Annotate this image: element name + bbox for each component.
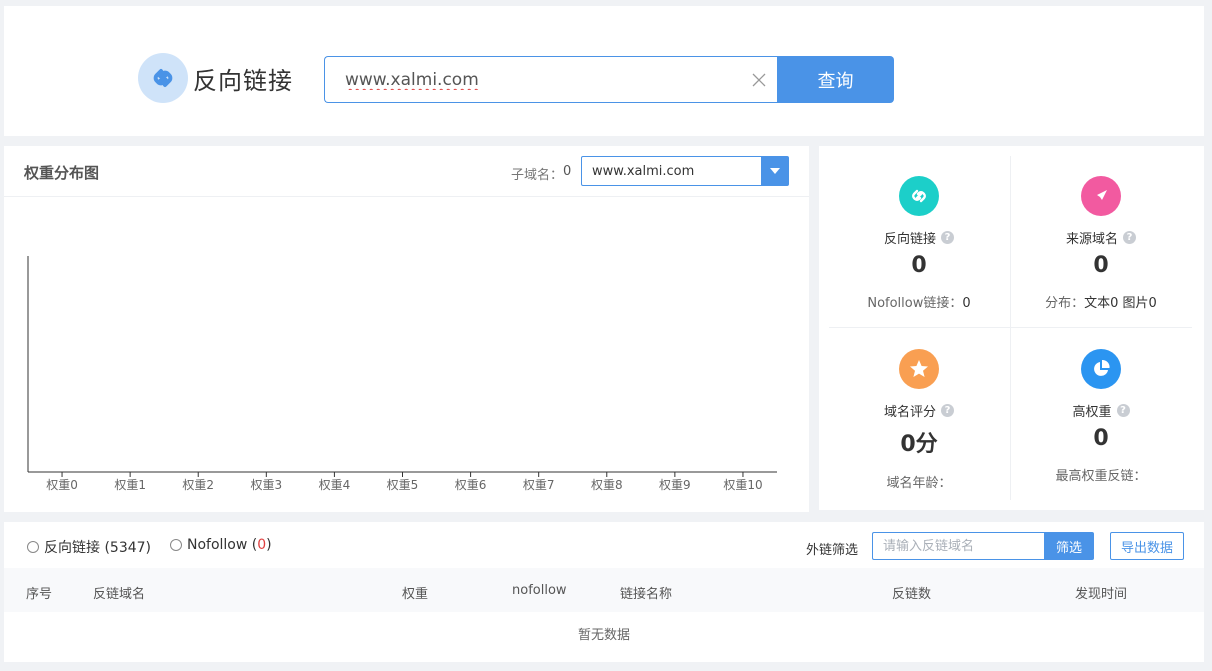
weight-distribution-chart: 权重0 权重1 权重2 权重3 权重4 权重5 权重6 权重7 权重8 权重9 权重10 (27, 256, 777, 492)
stat-label: 反向链接 (883, 232, 936, 247)
star-icon (899, 349, 939, 389)
search-box (324, 56, 778, 103)
export-data-button[interactable]: 导出数据 (1110, 532, 1184, 560)
help-icon[interactable]: ? (941, 231, 954, 244)
x-tick-label: 权重8 (591, 478, 623, 492)
x-tick-label: 权重10 (723, 478, 762, 492)
radio-label: Nofollow ( (187, 537, 258, 553)
x-tick-label: 权重3 (250, 478, 282, 492)
column-header-found-time: 发现时间 (1075, 587, 1128, 602)
pie-chart-icon (1081, 349, 1121, 389)
radio-button[interactable] (27, 541, 39, 553)
compass-icon (1081, 176, 1121, 216)
column-header-index: 序号 (26, 587, 53, 602)
subdomain-label: 子域名： (511, 168, 564, 183)
radio-backlinks[interactable]: 反向链接 (5347) (27, 537, 151, 557)
radio-label: 反向链接 (5347) (44, 540, 152, 556)
stat-sub-label: 域名年龄： (886, 476, 952, 491)
stat-high-weight: 高权重? 0 最高权重反链： (1011, 349, 1191, 484)
filter-label: 外链筛选 (806, 543, 859, 558)
stat-sub-label: 最高权重反链： (1055, 469, 1147, 484)
stats-panel: 反向链接? 0 Nofollow链接：0 来源域名? 0 分布：文本0 图片0 … (819, 146, 1204, 510)
stat-backlinks: 反向链接? 0 Nofollow链接：0 (829, 176, 1009, 311)
stat-sub-value: 0 (962, 296, 971, 311)
radio-button[interactable] (170, 539, 182, 551)
page-title: 反向链接 (193, 66, 293, 95)
stat-value: 0分 (900, 432, 938, 457)
x-tick-label: 权重5 (387, 478, 419, 492)
stat-value: 0 (911, 253, 927, 278)
close-icon[interactable] (752, 73, 766, 87)
chevron-down-icon[interactable] (761, 157, 788, 185)
help-icon[interactable]: ? (1116, 404, 1130, 417)
chain-link-icon (138, 53, 188, 103)
stat-label: 域名评分 (883, 405, 936, 420)
stat-sub-label: 分布： (1045, 296, 1085, 311)
stat-label: 来源域名 (1065, 232, 1118, 247)
column-header-link-name: 链接名称 (620, 587, 673, 602)
link-icon (899, 176, 939, 216)
chart-title: 权重分布图 (24, 164, 100, 182)
search-input[interactable] (345, 67, 725, 93)
table-header: 序号 反链域名 权重 nofollow 链接名称 反链数 发现时间 (4, 568, 1204, 612)
x-tick-label: 权重9 (659, 478, 691, 492)
chart-header: 权重分布图 子域名： 0 www.xalmi.com (4, 146, 809, 197)
stat-source-domains: 来源域名? 0 分布：文本0 图片0 (1011, 176, 1191, 311)
x-tick-label: 权重0 (46, 478, 78, 492)
backlinks-table-panel: 反向链接 (5347) Nofollow (0) 外链筛选 筛选 导出数据 序号… (4, 522, 1204, 662)
x-tick-label: 权重4 (319, 478, 351, 492)
nofollow-count: 0 (257, 537, 267, 553)
domain-select[interactable]: www.xalmi.com (581, 156, 789, 186)
domain-select-value: www.xalmi.com (592, 164, 695, 179)
subdomain-count: 0 (563, 164, 572, 179)
brand: 反向链接 (138, 53, 293, 103)
backlink-domain-filter-input[interactable] (872, 532, 1044, 560)
weight-chart-panel: 权重分布图 子域名： 0 www.xalmi.com 权重0 权重1 权重2 权重3 权… (4, 146, 809, 512)
stat-sub-value: 文本0 图片0 (1084, 296, 1157, 311)
x-tick-label: 权重2 (182, 478, 214, 492)
help-icon[interactable]: ? (1123, 231, 1136, 244)
column-header-nofollow: nofollow (512, 583, 567, 598)
empty-state: 暂无数据 (577, 628, 630, 643)
x-tick-label: 权重1 (114, 478, 146, 492)
stat-label: 高权重 (1072, 405, 1112, 420)
stat-sub-label: Nofollow链接： (867, 296, 963, 311)
column-header-domain: 反链域名 (93, 587, 146, 602)
help-icon[interactable]: ? (941, 404, 954, 417)
query-button[interactable]: 查询 (777, 56, 894, 103)
column-header-weight: 权重 (402, 587, 429, 602)
stat-domain-score: 域名评分? 0分 域名年龄： (829, 349, 1009, 491)
stat-value: 0 (1093, 426, 1109, 451)
stat-value: 0 (1093, 253, 1109, 278)
filter-button[interactable]: 筛选 (1044, 532, 1094, 560)
column-header-link-count: 反链数 (892, 587, 932, 602)
x-tick-label: 权重7 (523, 478, 555, 492)
radio-nofollow[interactable]: Nofollow (0) (170, 537, 272, 553)
radio-label-close: ) (266, 537, 272, 553)
divider (829, 327, 1192, 328)
search-panel: 反向链接 查询 (4, 6, 1204, 136)
x-tick-label: 权重6 (455, 478, 487, 492)
